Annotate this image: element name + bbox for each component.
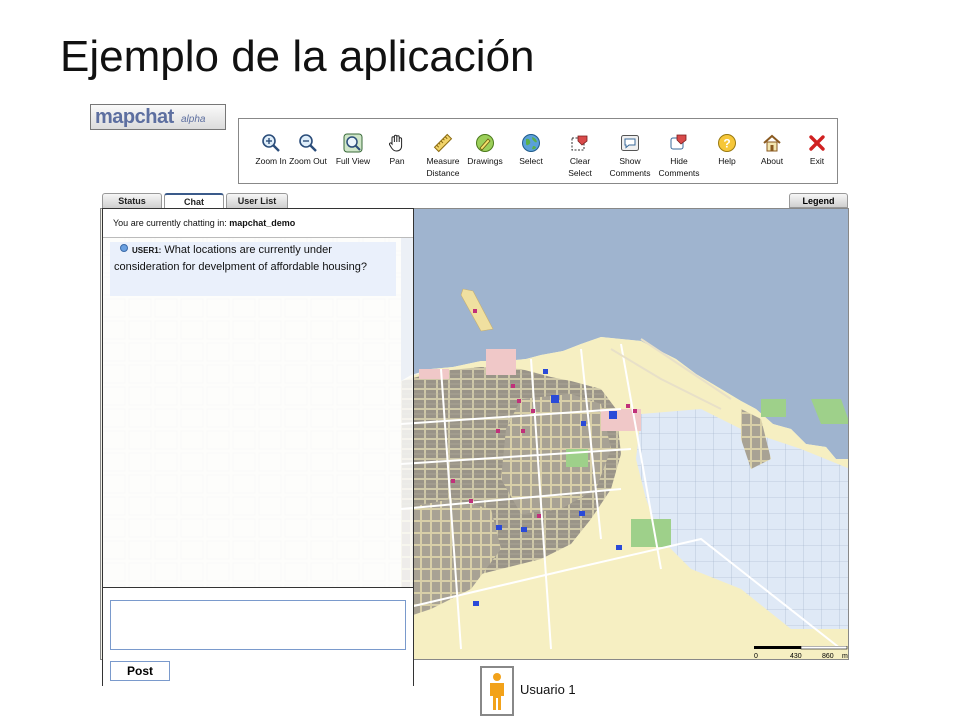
exit-label: Exit [809,156,825,166]
help-icon: ? [718,134,736,152]
chat-compose-area: Post [103,587,413,686]
exit-button[interactable]: Exit [787,133,847,167]
pan-hand-icon [388,134,403,152]
user-avatar [480,666,514,716]
scale-bar-graphic: 0 430 860 m [754,645,848,660]
tab-user-list[interactable]: User List [226,193,288,208]
show-comments-icon [621,135,639,151]
scale-unit: m [842,653,848,660]
chat-room-header: You are currently chatting in: mapchat_d… [103,209,413,238]
scale-label-860: 860 [822,653,834,660]
post-button[interactable]: Post [110,661,170,681]
tab-legend[interactable]: Legend [789,193,848,208]
scale-label-0: 0 [754,653,758,660]
map-scale-bar: 0 430 860 m [754,645,848,660]
scale-label-430: 430 [790,653,802,660]
select-globe-icon [522,134,540,152]
chat-room-name: mapchat_demo [229,218,296,228]
user-name: Usuario 1 [520,682,576,697]
chat-panel: You are currently chatting in: mapchat_d… [102,208,414,686]
mapchat-logo: mapchat alpha [90,104,226,130]
chat-room-prefix: You are currently chatting in: [113,218,227,228]
tab-chat[interactable]: Chat [164,193,224,208]
chat-message-user: USER1: [132,246,162,255]
user-status-dot-icon [120,244,128,252]
logo-sub-text: alpha [181,114,206,125]
tab-status[interactable]: Status [102,193,162,208]
drawings-icon [476,134,494,152]
chat-message-input[interactable] [110,600,406,650]
chat-message: USER1: What locations are currently unde… [110,242,396,296]
zoom-out-icon [299,134,317,152]
exit-icon [809,135,825,151]
full-view-icon [343,133,363,153]
hide-comments-icon [670,134,687,150]
logo-main-text: mapchat [95,106,174,128]
clear-select-icon [571,135,588,151]
ruler-icon [433,133,453,153]
svg-text:?: ? [723,137,730,151]
person-icon [490,673,504,710]
map-toolbar: Zoom In Zoom Out Full View Pan Measure D… [238,118,838,184]
slide-title: Ejemplo de la aplicación [60,32,535,81]
home-icon [763,134,781,152]
